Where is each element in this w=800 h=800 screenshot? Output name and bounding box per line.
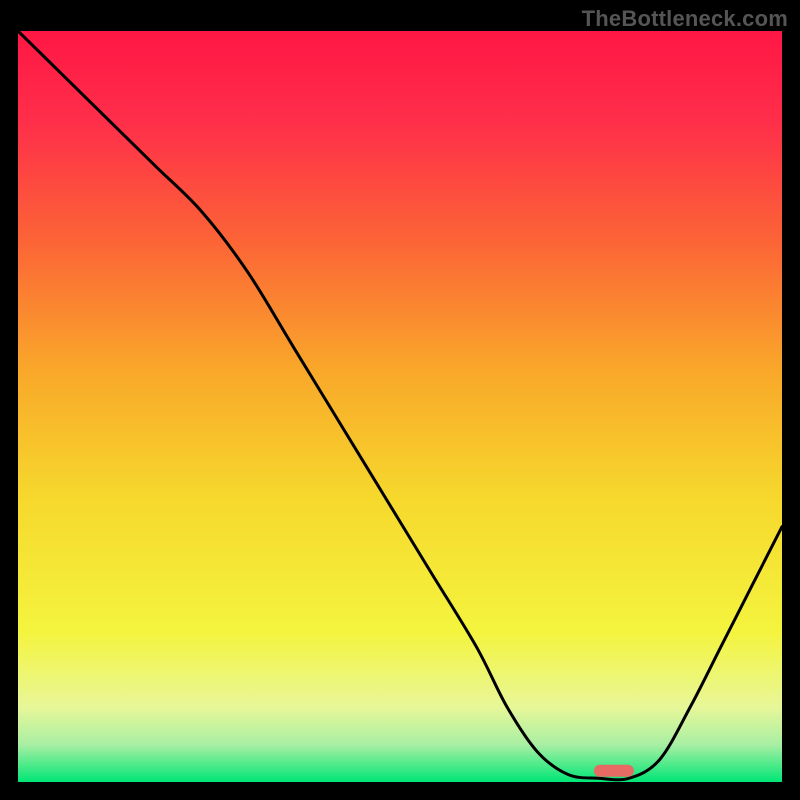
- watermark-text: TheBottleneck.com: [582, 6, 788, 32]
- plot-area: [18, 31, 782, 782]
- chart-frame: TheBottleneck.com: [0, 0, 800, 800]
- optimal-marker: [594, 765, 634, 777]
- bottleneck-curve-chart: [18, 31, 782, 782]
